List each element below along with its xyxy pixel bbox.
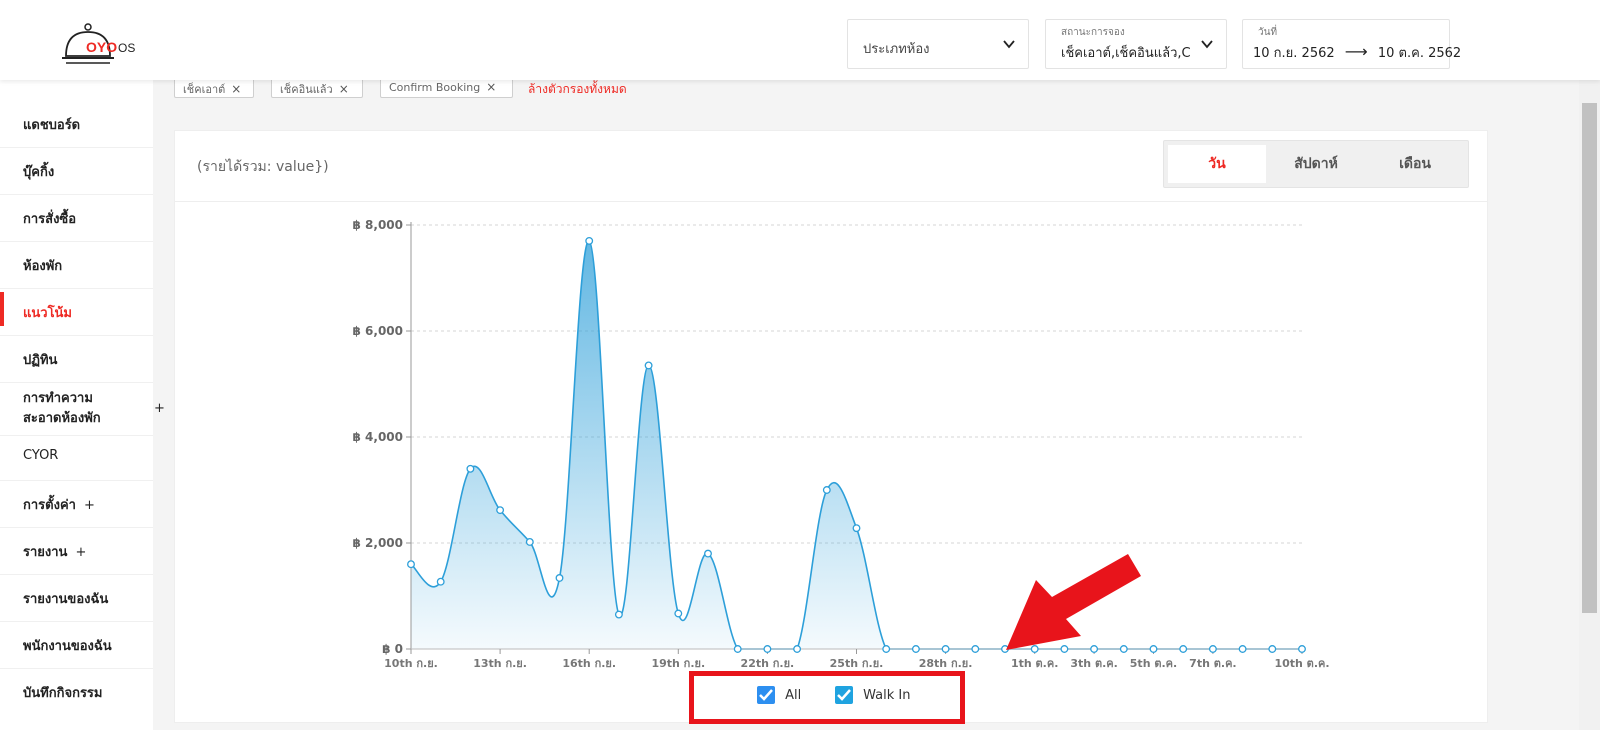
data-point[interactable]: [941, 645, 950, 653]
data-point[interactable]: [407, 560, 415, 569]
data-point[interactable]: [1298, 645, 1306, 653]
data-point[interactable]: [1030, 645, 1039, 653]
x-tick-label: 25th ก.ย.: [830, 657, 884, 670]
data-point[interactable]: [793, 645, 802, 653]
y-tick-label: ฿ 4,000: [353, 430, 403, 444]
oyo-logo[interactable]: OYO OS: [62, 22, 142, 68]
date-from: 10 ก.ย. 2562: [1253, 46, 1335, 61]
data-point[interactable]: [733, 645, 742, 653]
x-tick-label: 1th ต.ค.: [1011, 657, 1058, 670]
data-point[interactable]: [1179, 645, 1188, 653]
x-tick-label: 19th ก.ย.: [651, 657, 705, 670]
data-point[interactable]: [1060, 645, 1069, 653]
data-point[interactable]: [704, 549, 712, 558]
data-point[interactable]: [763, 645, 772, 653]
area-fill: [411, 240, 1302, 649]
y-tick-label: ฿ 8,000: [353, 218, 403, 232]
data-point[interactable]: [466, 464, 475, 473]
data-point[interactable]: [882, 645, 891, 653]
logo-suffix: OS: [118, 41, 136, 55]
data-point[interactable]: [525, 537, 534, 546]
booking-status-select[interactable]: สถานะการจอง เช็คเอาต์,เช็คอินแล้ว,C: [1045, 19, 1227, 69]
x-tick-label: 7th ต.ค.: [1189, 657, 1236, 670]
y-tick-label: ฿ 6,000: [353, 324, 403, 338]
data-point[interactable]: [1149, 645, 1158, 653]
x-tick-label: 10th ต.ค.: [1274, 657, 1329, 670]
x-tick-label: 10th ก.ย.: [384, 657, 438, 670]
room-type-placeholder: ประเภทห้อง: [863, 42, 930, 57]
data-point[interactable]: [852, 524, 861, 533]
data-point[interactable]: [1090, 645, 1099, 653]
data-point[interactable]: [822, 486, 831, 494]
x-tick-label: 5th ต.ค.: [1130, 657, 1177, 670]
red-arrow-icon: [1006, 554, 1141, 650]
booking-status-label: สถานะการจอง: [1061, 27, 1125, 38]
x-tick-label: 16th ก.ย.: [562, 657, 616, 670]
date-to: 10 ต.ค. 2562: [1377, 46, 1462, 61]
data-point[interactable]: [496, 506, 505, 515]
chevron-down-icon: [1201, 40, 1213, 49]
data-point[interactable]: [436, 577, 445, 586]
data-point[interactable]: [614, 610, 623, 619]
top-header: OYO OS ประเภทห้อง สถานะการจอง เช็คเอาต์,…: [0, 0, 1600, 80]
annotation-highlight-box: [689, 671, 965, 724]
data-point[interactable]: [674, 609, 683, 618]
y-tick-label: ฿ 2,000: [353, 536, 403, 550]
data-point[interactable]: [585, 236, 594, 245]
date-range-picker[interactable]: วันที่ 10 ก.ย. 2562 ⟶ 10 ต.ค. 2562: [1242, 19, 1461, 69]
chevron-down-icon: [1003, 40, 1015, 49]
revenue-chart: ฿ 0 ฿ 2,000 ฿ 4,000 ฿ 6,000 ฿ 8,000 10th ก.ย.…: [353, 218, 1330, 670]
data-point[interactable]: [911, 645, 920, 653]
data-point[interactable]: [1208, 645, 1217, 653]
x-tick-label: 22th ก.ย.: [741, 657, 795, 670]
booking-status-value: เช็คเอาต์,เช็คอินแล้ว,C: [1061, 46, 1191, 61]
data-point[interactable]: [644, 361, 653, 370]
data-point[interactable]: [1268, 645, 1277, 653]
logo-brand: OYO: [86, 39, 118, 55]
arrow-right-icon: ⟶: [1344, 42, 1368, 61]
data-point[interactable]: [971, 645, 980, 653]
data-point[interactable]: [1238, 645, 1247, 653]
data-point[interactable]: [1119, 645, 1128, 653]
y-tick-label: ฿ 0: [382, 642, 403, 656]
x-tick-label: 3th ต.ค.: [1070, 657, 1117, 670]
data-point[interactable]: [555, 574, 564, 582]
annotation-arrow: [1006, 554, 1141, 650]
x-tick-label: 13th ก.ย.: [473, 657, 527, 670]
room-type-select[interactable]: ประเภทห้อง: [847, 19, 1029, 69]
date-range-text: 10 ก.ย. 2562 ⟶ 10 ต.ค. 2562: [1253, 42, 1461, 63]
date-label: วันที่: [1258, 27, 1278, 38]
x-tick-label: 28th ก.ย.: [919, 657, 973, 670]
scrollbar-thumb[interactable]: [1582, 103, 1597, 613]
